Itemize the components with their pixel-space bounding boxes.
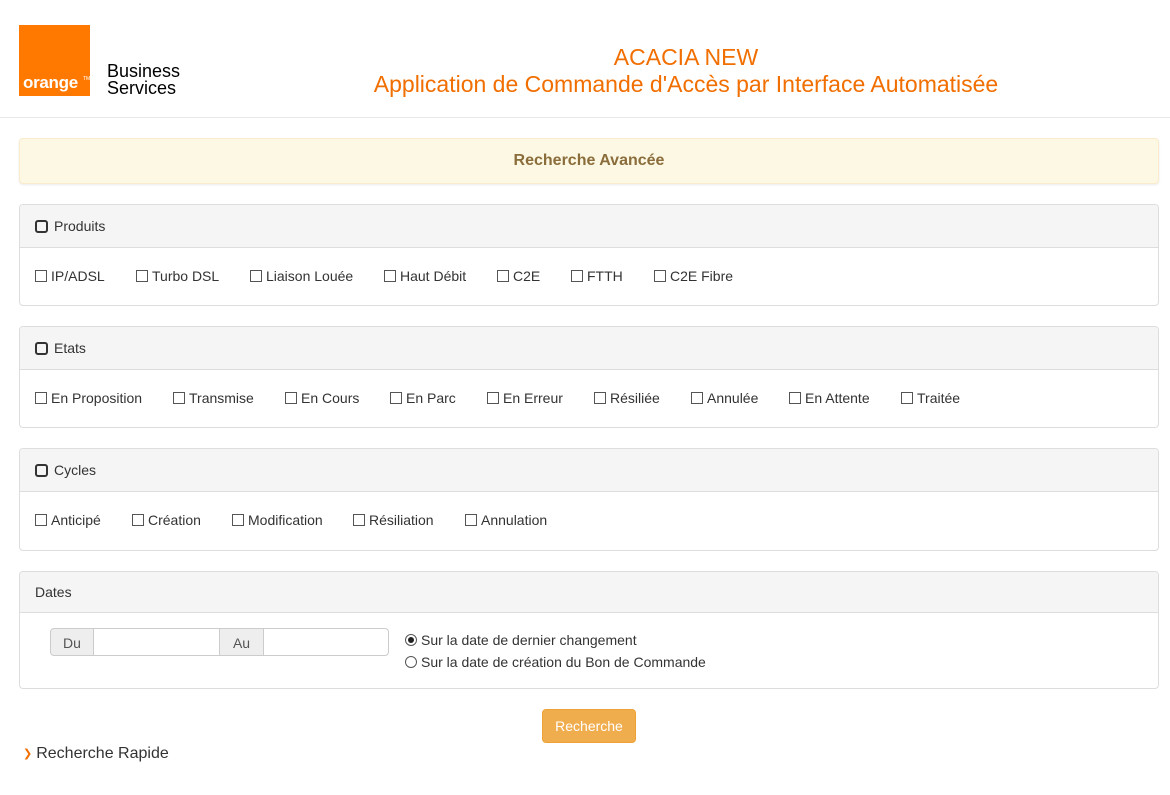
checkbox-produit-haut-debit[interactable]: Haut Débit xyxy=(384,268,466,284)
date-to-input[interactable] xyxy=(263,628,389,656)
quick-search-link[interactable]: ❯ Recherche Rapide xyxy=(23,745,169,763)
checkbox-produit-c2e-fibre[interactable]: C2E Fibre xyxy=(654,268,733,284)
date-from-label: Du xyxy=(50,628,94,656)
page-header: orange TM Business Services ACACIA NEW A… xyxy=(0,0,1170,118)
checkbox-produit-turbo-dsl[interactable]: Turbo DSL xyxy=(136,268,219,284)
date-from-input[interactable] xyxy=(93,628,220,656)
checkbox-cycle-creation[interactable]: Création xyxy=(132,512,201,528)
checkbox-etat-transmise[interactable]: Transmise xyxy=(173,390,254,406)
radio-creation-date[interactable]: Sur la date de création du Bon de Comman… xyxy=(405,654,706,670)
checkbox-cycle-anticipe[interactable]: Anticipé xyxy=(35,512,101,528)
advanced-search-banner: Recherche Avancée xyxy=(19,138,1159,184)
checkbox-cycle-resiliation[interactable]: Résiliation xyxy=(353,512,434,528)
search-button[interactable]: Recherche xyxy=(542,709,636,743)
produits-options: IP/ADSL Turbo DSL Liaison Louée Haut Déb… xyxy=(20,248,1158,305)
cycles-select-all-checkbox[interactable] xyxy=(35,464,48,477)
dates-panel: Dates Du Au Sur la date de dernier chang… xyxy=(19,571,1159,689)
etats-title: Etats xyxy=(54,340,86,356)
checkbox-etat-annulee[interactable]: Annulée xyxy=(691,390,758,406)
checkbox-produit-liaison-louee[interactable]: Liaison Louée xyxy=(250,268,353,284)
checkbox-cycle-modification[interactable]: Modification xyxy=(232,512,323,528)
produits-select-all-checkbox[interactable] xyxy=(35,220,48,233)
app-title: ACACIA NEW xyxy=(613,44,759,70)
logo-trademark: TM xyxy=(83,76,91,82)
checkbox-etat-en-proposition[interactable]: En Proposition xyxy=(35,390,142,406)
etats-heading: Etats xyxy=(20,327,1158,370)
logo-text: orange xyxy=(23,73,78,92)
checkbox-etat-resiliee[interactable]: Résiliée xyxy=(594,390,660,406)
orange-logo: orange TM xyxy=(19,25,90,96)
checkbox-etat-en-attente[interactable]: En Attente xyxy=(789,390,870,406)
quick-search-label: Recherche Rapide xyxy=(36,745,169,762)
etats-panel: Etats En Proposition Transmise En Cours … xyxy=(19,326,1159,428)
radio-selected-indicator[interactable] xyxy=(405,634,417,646)
cycles-panel: Cycles Anticipé Création Modification Ré… xyxy=(19,448,1159,551)
produits-title: Produits xyxy=(54,218,106,234)
chevron-right-icon: ❯ xyxy=(23,748,33,760)
cycles-options: Anticipé Création Modification Résiliati… xyxy=(20,492,1158,550)
checkbox-cycle-annulation[interactable]: Annulation xyxy=(465,512,547,528)
checkbox-produit-c2e[interactable]: C2E xyxy=(497,268,540,284)
checkbox-etat-en-cours[interactable]: En Cours xyxy=(285,390,359,406)
checkbox-produit-ip-adsl[interactable]: IP/ADSL xyxy=(35,268,105,284)
cycles-heading: Cycles xyxy=(20,449,1158,492)
etats-select-all-checkbox[interactable] xyxy=(35,342,48,355)
radio-last-change-date[interactable]: Sur la date de dernier changement xyxy=(405,632,637,648)
dates-body: Du Au Sur la date de dernier changement … xyxy=(20,613,1158,688)
produits-heading: Produits xyxy=(20,205,1158,248)
app-subtitle: Application de Commande d'Accès par Inte… xyxy=(373,71,999,97)
produits-panel: Produits IP/ADSL Turbo DSL Liaison Louée… xyxy=(19,204,1159,306)
checkbox-produit-ftth[interactable]: FTTH xyxy=(571,268,623,284)
checkbox-etat-en-parc[interactable]: En Parc xyxy=(390,390,456,406)
cycles-title: Cycles xyxy=(54,462,97,478)
checkbox-etat-traitee[interactable]: Traitée xyxy=(901,390,960,406)
dates-title: Dates xyxy=(35,584,72,600)
brand-name: Business Services xyxy=(107,62,180,98)
brand-line-2: Services xyxy=(107,78,177,98)
dates-heading: Dates xyxy=(20,572,1158,613)
date-to-label: Au xyxy=(219,628,264,656)
etats-options: En Proposition Transmise En Cours En Par… xyxy=(20,370,1158,427)
checkbox-etat-en-erreur[interactable]: En Erreur xyxy=(487,390,563,406)
